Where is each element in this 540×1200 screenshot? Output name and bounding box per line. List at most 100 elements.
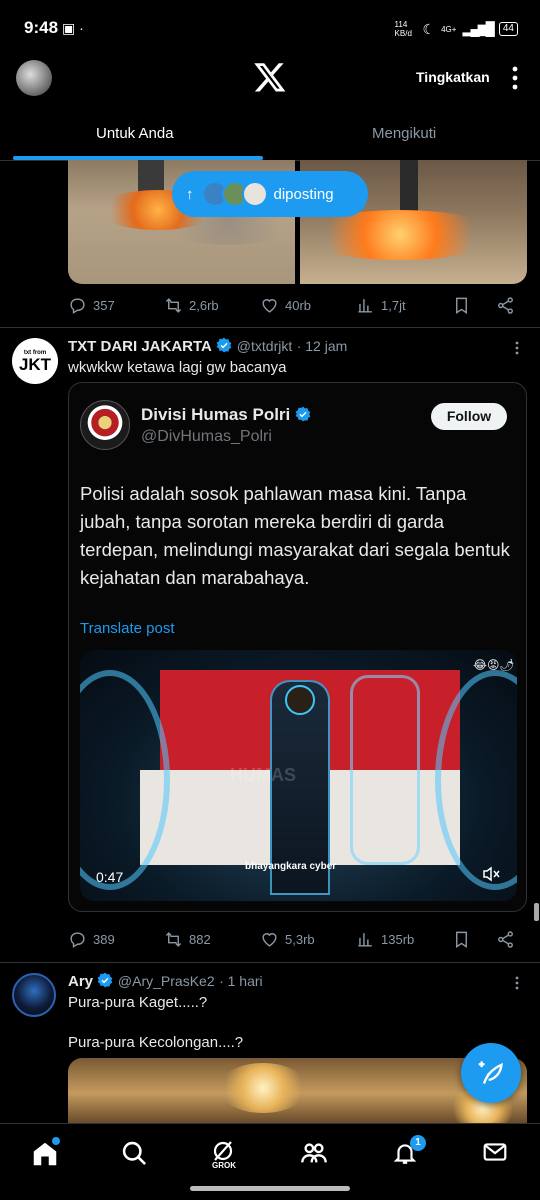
views-count: 1,7jt	[381, 298, 406, 313]
video-duration: 0:47	[96, 869, 124, 885]
tweet3-header: Ary @Ary_PrasKe2 · 1 hari	[68, 972, 263, 991]
home-unread-dot	[52, 1137, 60, 1145]
verified-badge-icon	[217, 337, 232, 353]
nav-grok[interactable]: GROK	[210, 1139, 240, 1170]
heart-icon	[262, 933, 277, 947]
officer-head	[285, 685, 315, 715]
tweet2-header: TXT DARI JAKARTA @txtdrjkt · 12 jam	[68, 337, 347, 356]
tweet-text-line1: Pura-pura Kaget.....?	[68, 994, 208, 1011]
tab-for-you[interactable]: Untuk Anda	[96, 125, 174, 142]
moon-icon: ☾	[422, 20, 436, 37]
reply-icon	[70, 298, 85, 314]
network-type: 4G+	[441, 24, 457, 34]
bookmark-icon	[456, 931, 467, 948]
author-handle[interactable]: @txtdrjkt	[237, 338, 292, 354]
upgrade-link[interactable]: Tingkatkan	[416, 69, 490, 85]
poster-avatar-3	[241, 181, 268, 207]
author-name[interactable]: TXT DARI JAKARTA	[68, 338, 212, 355]
grok-icon	[213, 1141, 233, 1161]
like-count: 5,3rb	[285, 932, 315, 947]
like-count: 40rb	[285, 298, 312, 313]
communities-icon	[301, 1143, 327, 1163]
mute-icon[interactable]	[482, 866, 500, 882]
author-avatar[interactable]: txt from JKT	[12, 338, 58, 384]
tweet2-actions: 389 882 5,3rb 135rb	[68, 930, 528, 954]
video-watermark: HUMAS	[230, 765, 296, 785]
rocket-fire	[300, 210, 500, 260]
quote-header: Divisi Humas Polri	[141, 405, 311, 425]
tweet-divider	[0, 327, 540, 328]
translate-link[interactable]: Translate post	[80, 620, 175, 637]
tweet-text: wkwkkw ketawa lagi gw bacanya	[68, 359, 287, 376]
author-handle[interactable]: @Ary_PrasKe2	[118, 973, 215, 989]
retweet-count: 2,6rb	[189, 298, 219, 313]
nav-home[interactable]	[30, 1137, 60, 1169]
emoji-sticker: 😂😡🌶	[473, 658, 515, 672]
share-icon	[498, 297, 513, 314]
author-avatar[interactable]	[12, 973, 56, 1017]
views-button[interactable]: 135rb	[356, 930, 414, 949]
tweet-more-icon[interactable]	[510, 975, 524, 991]
like-button[interactable]: 5,3rb	[260, 930, 315, 949]
author-name[interactable]: Ary	[68, 973, 93, 990]
scrollbar[interactable]	[534, 903, 539, 921]
share-button[interactable]	[496, 930, 515, 949]
bookmark-button[interactable]	[452, 296, 471, 315]
profile-avatar[interactable]	[16, 60, 52, 96]
views-icon	[358, 299, 372, 313]
status-bar: 9:48 ▣ · 114 KB/d ☾ 4G+ ▂▄▆█ 44	[0, 0, 540, 56]
share-icon	[498, 931, 513, 948]
status-right: 114 KB/d ☾ 4G+ ▂▄▆█ 44	[395, 20, 518, 38]
x-logo-icon[interactable]	[253, 60, 287, 94]
compose-post-button[interactable]	[461, 1043, 521, 1103]
battery-indicator: 44	[498, 22, 518, 36]
nav-notifications[interactable]: 1	[392, 1135, 426, 1169]
net-speed: 114 KB/d	[394, 20, 412, 38]
retweet-button[interactable]: 2,6rb	[164, 296, 219, 315]
tweet-media-image[interactable]	[68, 1058, 527, 1128]
status-time: 9:48	[24, 18, 59, 37]
message-notification-icon: ▣ ·	[62, 20, 84, 36]
mail-icon	[483, 1143, 507, 1161]
signal-icon: ▂▄▆█	[462, 21, 494, 36]
verified-badge-icon	[295, 406, 311, 422]
bookmark-icon	[456, 297, 467, 314]
search-icon	[122, 1141, 146, 1165]
like-button[interactable]: 40rb	[260, 296, 311, 315]
nav-communities[interactable]	[300, 1139, 330, 1169]
tweet-text-line2: Pura-pura Kecolongan....?	[68, 1034, 244, 1051]
retweet-icon	[165, 298, 182, 313]
reply-count: 357	[93, 298, 115, 313]
verified-badge-icon	[98, 972, 113, 988]
tab-following[interactable]: Mengikuti	[372, 125, 436, 142]
compose-feather-icon	[478, 1061, 503, 1084]
nav-search[interactable]	[120, 1139, 150, 1169]
reply-icon	[70, 932, 85, 948]
quote-author-name[interactable]: Divisi Humas Polri	[141, 405, 290, 424]
tweet-more-icon[interactable]	[510, 340, 524, 356]
video-caption: bhayangkara cyber	[245, 861, 337, 872]
more-options-icon[interactable]	[507, 64, 523, 92]
bookmark-button[interactable]	[452, 930, 471, 949]
retweet-count: 882	[189, 932, 211, 947]
new-posts-pill[interactable]: ↑ diposting	[172, 171, 368, 217]
notification-badge: 1	[410, 1135, 426, 1151]
views-count: 135rb	[381, 932, 415, 947]
new-posts-label: diposting	[273, 185, 334, 203]
nav-messages[interactable]	[482, 1139, 512, 1169]
reply-count: 389	[93, 932, 115, 947]
quote-author-handle[interactable]: @DivHumas_Polri	[141, 428, 272, 446]
chandelier-light	[218, 1063, 308, 1113]
gesture-bar[interactable]	[190, 1186, 350, 1191]
heart-icon	[262, 299, 277, 313]
quote-body: Polisi adalah sosok pahlawan masa kini. …	[80, 483, 510, 588]
retweet-icon	[165, 932, 182, 947]
views-button[interactable]: 1,7jt	[356, 296, 406, 315]
share-button[interactable]	[496, 296, 515, 315]
polri-avatar[interactable]	[80, 400, 130, 450]
holo-panel	[350, 675, 420, 865]
follow-button[interactable]: Follow	[431, 403, 507, 430]
retweet-button[interactable]: 882	[164, 930, 211, 949]
reply-button[interactable]: 357	[68, 296, 115, 315]
reply-button[interactable]: 389	[68, 930, 115, 949]
